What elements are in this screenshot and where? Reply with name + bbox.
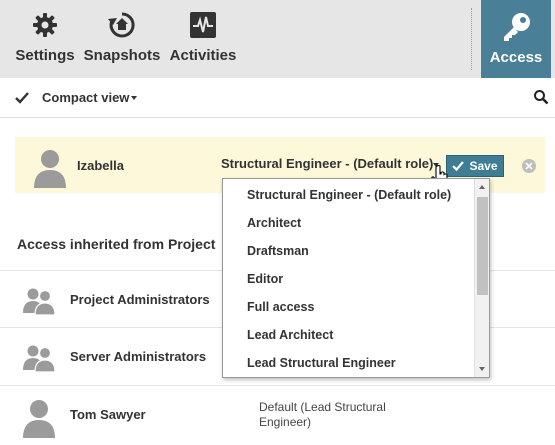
view-bar: Compact view bbox=[0, 78, 555, 118]
group-icon bbox=[23, 288, 56, 315]
compact-view-dropdown[interactable]: Compact view bbox=[42, 90, 129, 105]
activities-label: Activities bbox=[169, 47, 237, 64]
dropdown-option[interactable]: Full access bbox=[247, 300, 314, 314]
check-icon bbox=[15, 92, 29, 104]
snapshots-label: Snapshots bbox=[83, 47, 161, 64]
access-label: Access bbox=[489, 49, 543, 66]
snapshot-restore-icon bbox=[107, 10, 137, 40]
user-name: Tom Sawyer bbox=[70, 407, 146, 422]
dropdown-option[interactable]: Structural Engineer - (Default role) bbox=[247, 188, 451, 202]
gear-icon bbox=[30, 10, 60, 40]
close-icon[interactable] bbox=[522, 159, 536, 173]
dropdown-option[interactable]: Editor bbox=[247, 272, 283, 286]
group-name: Server Administrators bbox=[70, 349, 207, 364]
user-name: Izabella bbox=[77, 158, 124, 173]
snapshots-button[interactable]: Snapshots bbox=[84, 0, 160, 78]
activities-button[interactable]: Activities bbox=[168, 0, 238, 78]
group-icon bbox=[23, 345, 56, 372]
role-dropdown-menu[interactable]: Structural Engineer - (Default role) Arc… bbox=[222, 178, 490, 378]
settings-label: Settings bbox=[15, 47, 75, 64]
dropdown-option[interactable]: Draftsman bbox=[247, 244, 309, 258]
top-toolbar: Settings Snapshots Activities Access bbox=[0, 0, 555, 78]
section-title: Access inherited from Project bbox=[17, 236, 216, 252]
scrollbar-thumb[interactable] bbox=[477, 197, 488, 295]
dropdown-option[interactable]: Lead Structural Engineer bbox=[247, 356, 396, 370]
dropdown-scrollbar[interactable] bbox=[474, 179, 489, 377]
group-name: Project Administrators bbox=[70, 292, 210, 307]
access-button[interactable]: Access bbox=[481, 0, 551, 78]
user-role-text: Default (Lead Structural Engineer) bbox=[259, 400, 386, 429]
search-icon[interactable] bbox=[533, 89, 549, 105]
key-icon bbox=[499, 10, 533, 44]
dropdown-option[interactable]: Architect bbox=[247, 216, 301, 230]
check-icon bbox=[452, 161, 465, 172]
user-avatar-icon bbox=[34, 150, 66, 188]
toolbar-divider bbox=[471, 8, 472, 70]
dropdown-option[interactable]: Lead Architect bbox=[247, 328, 333, 342]
scroll-up-icon[interactable] bbox=[479, 185, 485, 189]
list-item[interactable]: Tom Sawyer Default (Lead Structural Engi… bbox=[0, 385, 555, 445]
save-label: Save bbox=[469, 159, 498, 173]
scroll-down-icon[interactable] bbox=[479, 367, 485, 371]
chevron-down-icon[interactable] bbox=[131, 96, 137, 100]
user-avatar-icon bbox=[23, 400, 55, 438]
activity-pulse-icon bbox=[188, 10, 218, 40]
save-button[interactable]: Save bbox=[446, 155, 504, 177]
role-select[interactable]: Structural Engineer - (Default role) bbox=[221, 156, 433, 171]
settings-button[interactable]: Settings bbox=[14, 0, 76, 78]
